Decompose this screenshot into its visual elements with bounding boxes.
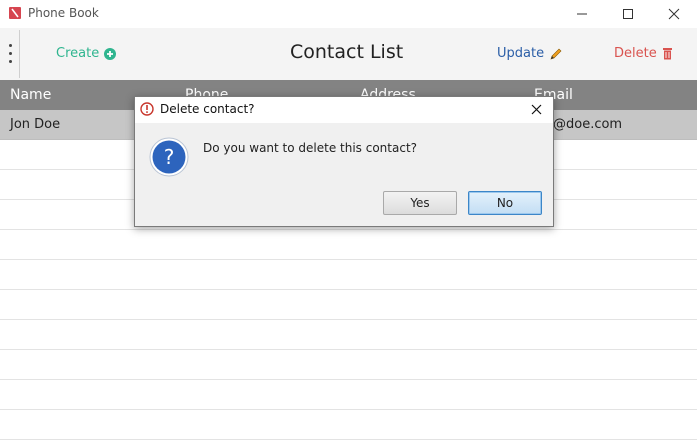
page-title: Contact List — [290, 41, 404, 63]
dialog-titlebar: Delete contact? — [135, 97, 553, 123]
svg-text:?: ? — [164, 145, 175, 169]
table-row[interactable] — [0, 230, 697, 260]
maximize-button[interactable] — [605, 0, 651, 28]
warning-icon — [140, 102, 154, 116]
kebab-menu-icon[interactable] — [7, 44, 13, 66]
window-title: Phone Book — [28, 6, 99, 20]
table-row[interactable] — [0, 350, 697, 380]
dialog-body: ? Do you want to delete this contact? — [135, 123, 553, 188]
minimize-button[interactable] — [559, 0, 605, 28]
pencil-icon — [550, 48, 562, 59]
table-row[interactable] — [0, 320, 697, 350]
window-titlebar: Phone Book — [0, 0, 697, 28]
dialog-close-button[interactable] — [527, 100, 545, 118]
cell-name: Jon Doe — [10, 117, 61, 132]
no-button[interactable]: No — [468, 191, 542, 215]
table-row[interactable] — [0, 380, 697, 410]
trash-icon — [662, 48, 672, 60]
minimize-icon — [577, 13, 587, 15]
delete-confirm-dialog: Delete contact? ? Do you want to delete … — [134, 96, 554, 227]
close-icon — [531, 104, 541, 114]
plus-circle-icon — [104, 47, 117, 60]
update-label: Update — [497, 46, 545, 61]
dialog-title: Delete contact? — [160, 102, 255, 116]
close-icon — [668, 8, 680, 20]
table-row[interactable] — [0, 410, 697, 440]
delete-label: Delete — [614, 46, 657, 61]
maximize-icon — [623, 9, 633, 19]
yes-button[interactable]: Yes — [383, 191, 457, 215]
toolbar: Create Contact List Update Delete — [0, 28, 697, 80]
question-icon: ? — [149, 137, 189, 177]
phone-book-app-icon — [9, 7, 21, 19]
dialog-message: Do you want to delete this contact? — [203, 141, 418, 155]
update-button[interactable]: Update — [497, 46, 563, 61]
table-row[interactable] — [0, 260, 697, 290]
table-row[interactable] — [0, 290, 697, 320]
window-close-button[interactable] — [651, 0, 697, 28]
column-header-name[interactable]: Name — [10, 87, 51, 103]
create-button[interactable]: Create — [56, 46, 117, 61]
delete-button[interactable]: Delete — [614, 46, 673, 61]
create-label: Create — [56, 46, 100, 61]
toolbar-divider — [19, 30, 20, 78]
cell-email: @doe.com — [553, 117, 623, 132]
